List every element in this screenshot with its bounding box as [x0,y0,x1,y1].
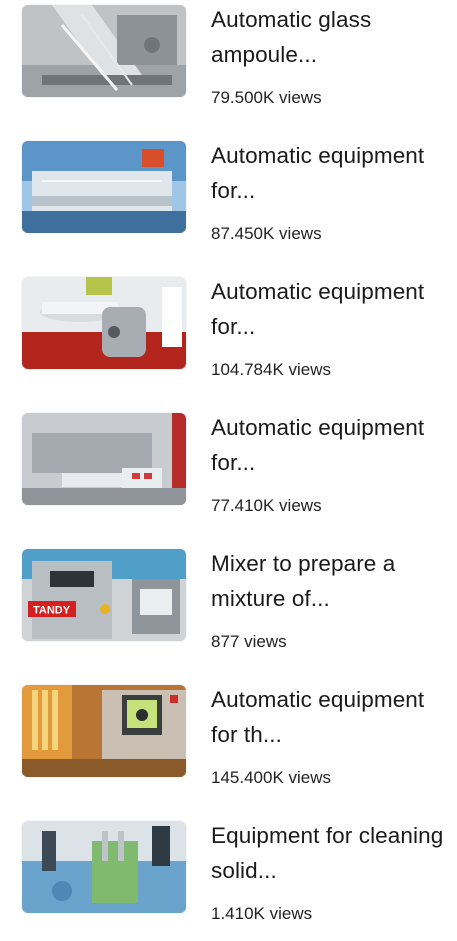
video-list-item[interactable]: Automatic equipment for... 77.410K views [0,408,457,533]
video-list-item[interactable]: Automatic equipment for... 104.784K view… [0,272,457,397]
video-title[interactable]: Automatic equipment for... [211,410,447,480]
video-list-item[interactable]: Equipment for cleaning solid... 1.410K v… [0,816,457,941]
video-list-item[interactable]: Automatic equipment for th... 145.400K v… [0,680,457,805]
thumbnail-image [22,277,186,369]
video-thumbnail[interactable] [22,5,186,97]
video-thumbnail[interactable] [22,141,186,233]
video-list-item[interactable]: TANDY Mixer to prepare a mixture of... 8… [0,544,457,669]
thumbnail-image [22,141,186,233]
video-title[interactable]: Automatic equipment for... [211,138,447,208]
view-count: 77.410K views [211,496,322,515]
view-count: 87.450K views [211,224,322,243]
video-thumbnail[interactable] [22,277,186,369]
video-thumbnail[interactable] [22,413,186,505]
view-count: 79.500K views [211,88,322,107]
video-list-item[interactable]: Automatic equipment for... 87.450K views [0,136,457,261]
video-list: Automatic glass ampoule... 79.500K views… [0,0,457,925]
thumbnail-image [22,5,186,97]
view-count: 1.410K views [211,904,313,923]
video-title[interactable]: Automatic glass ampoule... [211,2,447,72]
thumbnail-brand-text: TANDY [33,605,71,617]
view-count: 877 views [211,632,287,651]
thumbnail-image [22,413,186,505]
thumbnail-image: TANDY [22,549,186,641]
video-thumbnail[interactable] [22,685,186,777]
view-count: 104.784K views [211,360,332,379]
video-title[interactable]: Equipment for cleaning solid... [211,818,447,888]
video-title[interactable]: Mixer to prepare a mixture of... [211,546,447,616]
video-title[interactable]: Automatic equipment for... [211,274,447,344]
video-thumbnail[interactable]: TANDY [22,549,186,641]
thumbnail-image [22,821,186,913]
thumbnail-image [22,685,186,777]
view-count: 145.400K views [211,768,332,787]
video-title[interactable]: Automatic equipment for th... [211,682,447,752]
video-list-item[interactable]: Automatic glass ampoule... 79.500K views [0,0,457,125]
video-thumbnail[interactable] [22,821,186,913]
